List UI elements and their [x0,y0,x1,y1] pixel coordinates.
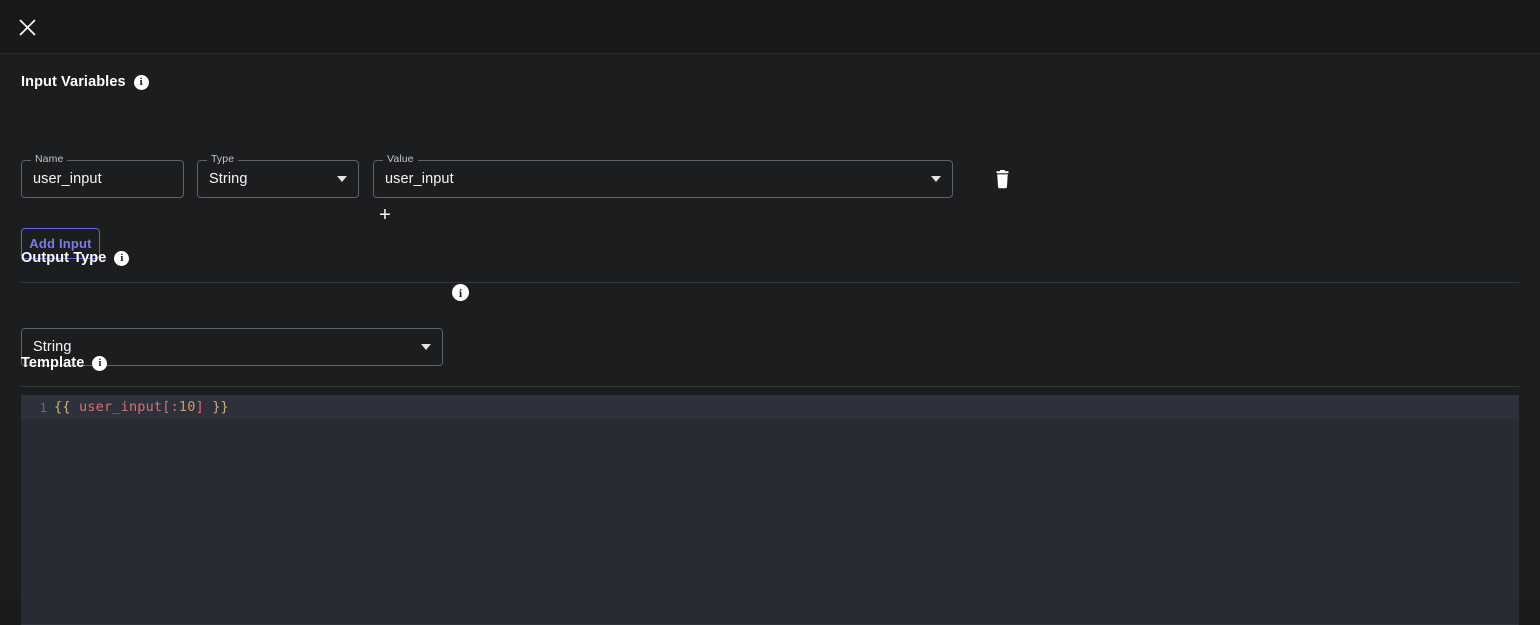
info-icon[interactable]: i [92,355,108,371]
input-variables-heading: Input Variables i [21,74,149,90]
divider-input-output [21,282,1519,283]
token-bracket-open: [: [162,399,179,415]
token-open-brace: {{ [54,399,71,415]
active-line-highlight [21,395,1519,419]
chevron-down-icon[interactable] [931,176,941,182]
info-icon[interactable]: i [452,284,469,301]
input-value-value: user_input [385,171,454,187]
template-code-editor[interactable]: 1 {{ user_input [: 10] }} [21,395,1519,625]
token-number: 10 [178,399,196,415]
input-name-field[interactable]: Name user_input [21,154,184,198]
input-type-value: String [209,171,248,187]
input-value-select[interactable]: Value user_input [373,154,953,198]
trash-icon[interactable] [990,167,1014,191]
token-close-brace: }} [212,399,229,415]
info-icon[interactable]: i [133,74,149,90]
chevron-down-icon[interactable] [421,344,431,350]
input-name-value: user_input [33,171,102,187]
token-space-2 [204,399,212,415]
divider-output-template [21,386,1519,387]
output-type-heading: Output Type i [21,250,130,266]
template-title: Template [21,355,85,371]
input-variables-title: Input Variables [21,74,126,90]
token-variable: user_input [78,399,163,415]
dialog-body: Input Variables i Name user_input Type S… [0,54,1540,625]
token-bracket-close: ] [195,399,204,415]
code-line-1[interactable]: {{ user_input [: 10] }} [54,395,229,419]
output-type-info-wrapper: i [452,284,469,301]
output-type-title: Output Type [21,250,107,266]
info-icon[interactable]: i [114,250,130,266]
input-type-select[interactable]: Type String [197,154,359,198]
line-number: 1 [39,399,47,415]
add-variable-row-icon[interactable]: + [375,205,395,225]
token-space-1 [71,399,79,415]
close-icon[interactable] [13,13,41,41]
dialog-header [0,0,1540,54]
template-heading: Template i [21,355,108,371]
chevron-down-icon[interactable] [337,176,347,182]
